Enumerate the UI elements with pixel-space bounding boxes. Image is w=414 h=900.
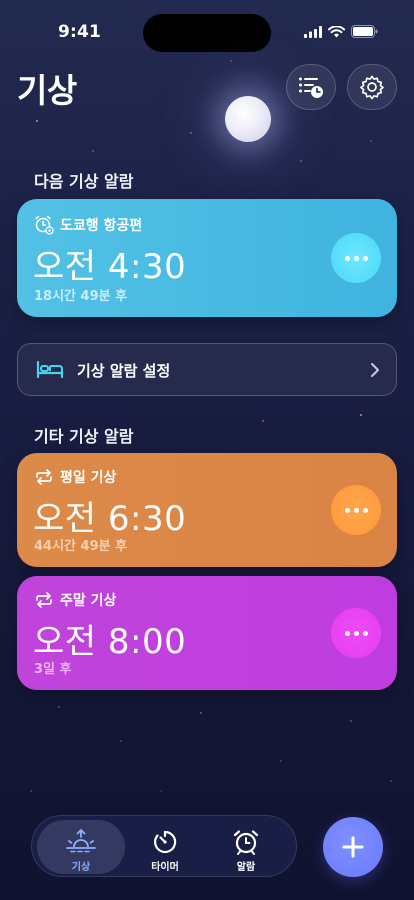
alarm-header: 주말 기상	[34, 590, 116, 610]
weekday-alarm-card[interactable]: 평일 기상 오전 6:30 44시간 49분 후	[17, 453, 397, 567]
alarm-time: 오전 8:00	[33, 622, 187, 662]
timer-icon	[154, 830, 177, 854]
alarm-name: 평일 기상	[60, 470, 117, 486]
alarm-remaining: 18시간 49분 후	[34, 289, 128, 304]
tab-label: 알람	[236, 862, 256, 873]
settings-row-label: 기상 알람 설정	[77, 362, 171, 380]
alarm-name: 주말 기상	[60, 593, 117, 609]
battery-icon	[351, 25, 378, 38]
alarm-more-button[interactable]	[331, 485, 381, 535]
tab-label: 기상	[71, 862, 91, 873]
page-title: 기상	[17, 71, 77, 110]
alarm-remaining: 3일 후	[34, 662, 72, 677]
status-bar: 9:41	[0, 0, 414, 54]
alarm-add-icon	[35, 215, 54, 235]
alarm-more-button[interactable]	[331, 608, 381, 658]
status-time: 9:41	[58, 22, 102, 42]
wake-alarm-settings-row[interactable]: 기상 알람 설정	[17, 343, 397, 396]
add-alarm-button[interactable]	[323, 817, 383, 877]
alarm-clock-icon	[233, 830, 259, 855]
next-alarm-card[interactable]: 도쿄행 항공편 오전 4:30 18시간 49분 후	[17, 199, 397, 317]
alarm-header: 도쿄행 항공편	[34, 215, 142, 235]
next-alarm-section-label: 다음 기상 알람	[34, 172, 134, 191]
tab-bar: 기상 타이머 알람	[31, 815, 297, 877]
bed-icon	[36, 360, 64, 379]
other-alarms-section-label: 기타 기상 알람	[34, 427, 134, 446]
sunrise-icon	[66, 829, 96, 853]
alarm-history-button[interactable]	[286, 64, 336, 110]
alarm-more-button[interactable]	[331, 233, 381, 283]
starfield	[0, 0, 414, 900]
tab-timer[interactable]: 타이머	[121, 820, 209, 874]
tab-label: 타이머	[151, 862, 179, 873]
signal-icon	[304, 25, 322, 38]
alarm-time: 오전 6:30	[33, 499, 187, 539]
weekend-alarm-card[interactable]: 주말 기상 오전 8:00 3일 후	[17, 576, 397, 690]
alarm-time: 오전 4:30	[33, 247, 187, 287]
tab-wake[interactable]: 기상	[37, 820, 125, 874]
tab-alarm[interactable]: 알람	[202, 820, 290, 874]
chevron-right-icon	[371, 363, 379, 377]
alarm-header: 평일 기상	[34, 467, 116, 487]
status-icons	[304, 25, 378, 38]
settings-button[interactable]	[347, 64, 397, 110]
list-clock-icon	[299, 77, 323, 98]
alarm-name: 도쿄행 항공편	[60, 218, 143, 234]
gear-icon	[360, 75, 384, 100]
plus-icon	[342, 836, 364, 858]
dynamic-island	[143, 14, 271, 52]
alarm-remaining: 44시간 49분 후	[34, 539, 128, 554]
repeat-icon	[36, 469, 52, 485]
repeat-icon	[36, 592, 52, 608]
moon-illustration	[225, 96, 271, 142]
wifi-icon	[328, 25, 345, 37]
